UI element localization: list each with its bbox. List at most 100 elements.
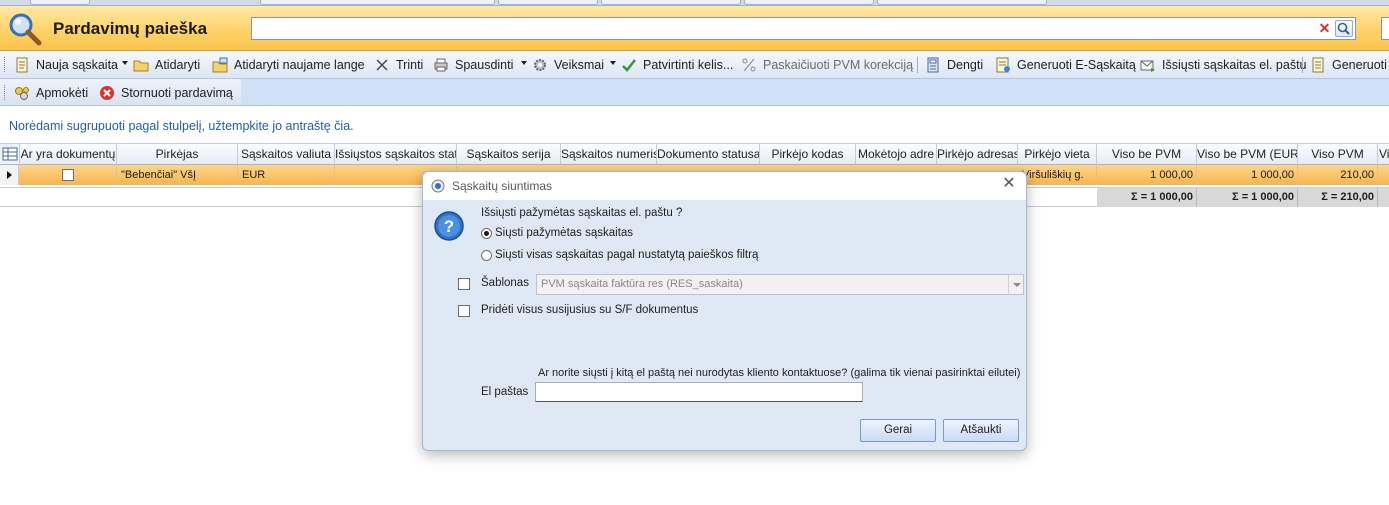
- print-label: Spausdinti: [455, 58, 514, 72]
- has-docs-cell[interactable]: [20, 165, 117, 185]
- pay-label: Apmokėti: [36, 86, 89, 100]
- clear-search-icon[interactable]: ✕: [1317, 21, 1332, 36]
- vat-correction-button[interactable]: Paskaičiuoti PVM korekciją: [741, 55, 913, 75]
- tab[interactable]: [744, 0, 874, 5]
- search-icon: [1337, 22, 1350, 35]
- reverse-sale-label: Stornuoti pardavimą: [121, 86, 233, 100]
- search-input[interactable]: ✕: [251, 17, 1356, 40]
- page-title: Pardavimų paieška: [53, 19, 208, 38]
- cancel-button[interactable]: Atšaukti: [943, 419, 1019, 442]
- column-header-total-ex-vat-eur[interactable]: Viso be PVM (EUR): [1197, 143, 1298, 165]
- other-email-question: Ar norite siųsti į kitą el paštą nei nur…: [538, 367, 1021, 379]
- ok-button[interactable]: Gerai: [860, 419, 936, 442]
- template-select[interactable]: PVM sąskaita faktūra res (RES_saskaita): [536, 274, 1024, 295]
- has-docs-checkbox[interactable]: [62, 169, 74, 182]
- toolbar2-empty-area: [241, 79, 1389, 105]
- column-header-payer-address[interactable]: Mokėtojo adre: [856, 143, 937, 165]
- percent-icon: [742, 58, 756, 72]
- calculator-icon: [927, 57, 939, 73]
- tab[interactable]: [877, 0, 1047, 5]
- toolbar-separator: [917, 57, 918, 73]
- open-label: Atidaryti: [155, 58, 201, 72]
- actions-label: Veiksmai: [554, 58, 605, 72]
- attach-related-checkbox[interactable]: [458, 305, 470, 317]
- column-header-buyer-place[interactable]: Pirkėjo vieta: [1018, 143, 1097, 165]
- cover-label: Dengti: [947, 58, 984, 72]
- secondary-search-input[interactable]: [1381, 17, 1389, 40]
- send-invoices-dialog: Sąskaitų siuntimas ✕ ? Išsiųsti pažymėta…: [422, 171, 1027, 451]
- template-label: Šablonas: [481, 277, 529, 289]
- generate-button[interactable]: Generuoti: [1310, 55, 1387, 75]
- actions-dropdown-icon[interactable]: [610, 61, 616, 65]
- template-select-value: PVM sąskaita faktūra res (RES_saskaita): [541, 278, 743, 290]
- toolbar-grip[interactable]: [4, 85, 7, 100]
- chevron-down-icon[interactable]: [1008, 275, 1023, 294]
- title-bar: Pardavimų paieška ✕: [0, 6, 1389, 51]
- generate-icon: [1312, 57, 1324, 73]
- truncated-sum: [1378, 188, 1389, 207]
- vat-correction-label: Paskaičiuoti PVM korekciją: [763, 58, 914, 72]
- cover-button[interactable]: Dengti: [925, 55, 983, 75]
- tab[interactable]: [260, 0, 495, 5]
- column-header-number[interactable]: Sąskaitos numeris: [561, 143, 657, 165]
- column-header-total-vat[interactable]: Viso PVM: [1298, 143, 1378, 165]
- column-header-buyer[interactable]: Pirkėjas: [117, 143, 238, 165]
- new-document-icon: [16, 57, 28, 73]
- printer-icon: [434, 58, 448, 72]
- tab[interactable]: [498, 0, 598, 5]
- generate-e-invoice-button[interactable]: Generuoti E-Sąskaitą: [995, 55, 1136, 75]
- total-vat-cell[interactable]: 210,00: [1298, 165, 1378, 185]
- close-icon[interactable]: ✕: [1000, 175, 1018, 193]
- total-ex-vat-sum: Σ = 1 000,00: [1097, 188, 1197, 207]
- confirm-several-button[interactable]: Patvirtinti kelis...: [621, 55, 733, 75]
- column-header-has-docs[interactable]: Ar yra dokumentų: [20, 143, 117, 165]
- reverse-sale-button[interactable]: Stornuoti pardavimą: [99, 83, 233, 103]
- template-checkbox[interactable]: [458, 278, 470, 290]
- dialog-title-bar[interactable]: Sąskaitų siuntimas ✕: [423, 172, 1026, 200]
- column-chooser-button[interactable]: [0, 143, 20, 165]
- total-ex-vat-eur-cell[interactable]: 1 000,00: [1197, 165, 1298, 185]
- send-invoices-email-button[interactable]: Išsiųsti sąskaitas el. paštu: [1140, 55, 1307, 75]
- delete-label: Trinti: [396, 58, 424, 72]
- open-new-window-icon: [212, 57, 228, 73]
- send-selected-label[interactable]: Siųsti pažymėtas sąskaitas: [495, 227, 633, 239]
- column-header-sent-status[interactable]: Išsiųstos sąskaitos stat: [335, 143, 457, 165]
- column-header-doc-status[interactable]: Dokumento statusa: [657, 143, 760, 165]
- tab[interactable]: [601, 0, 741, 5]
- open-new-window-button[interactable]: Atidaryti naujame lange: [212, 55, 365, 75]
- total-ex-vat-cell[interactable]: 1 000,00: [1097, 165, 1197, 185]
- search-button[interactable]: [1335, 20, 1353, 37]
- pay-button[interactable]: Apmokėti: [14, 83, 88, 103]
- main-toolbar: Nauja sąskaita Atidaryti Atidaryti nauja…: [0, 51, 1389, 79]
- magnifier-icon: [9, 13, 42, 46]
- print-button[interactable]: Spausdinti: [433, 55, 513, 75]
- column-header-currency[interactable]: Sąskaitos valiuta: [238, 143, 335, 165]
- tab[interactable]: [30, 0, 90, 5]
- column-header-series[interactable]: Sąskaitos serija: [457, 143, 561, 165]
- column-header-total-ex-vat[interactable]: Viso be PVM: [1097, 143, 1197, 165]
- new-invoice-button[interactable]: Nauja sąskaita: [14, 55, 118, 75]
- confirm-several-label: Patvirtinti kelis...: [643, 58, 734, 72]
- buyer-place-cell[interactable]: Viršuliškių g.: [1018, 165, 1097, 185]
- buyer-cell[interactable]: "Bebenčiai" VšĮ: [117, 165, 238, 185]
- total-ex-vat-eur-sum: Σ = 1 000,00: [1197, 188, 1298, 207]
- currency-cell[interactable]: EUR: [238, 165, 335, 185]
- actions-button[interactable]: Veiksmai: [532, 55, 604, 75]
- send-filter-radio[interactable]: [481, 250, 492, 261]
- send-selected-radio[interactable]: [481, 228, 492, 239]
- print-dropdown-icon[interactable]: [521, 61, 527, 65]
- column-header-buyer-address[interactable]: Pirkėjo adresas: [937, 143, 1018, 165]
- toolbar-grip[interactable]: [4, 57, 7, 72]
- generate-label: Generuoti: [1332, 58, 1387, 72]
- generate-e-invoice-label: Generuoti E-Sąskaitą: [1017, 58, 1136, 72]
- delete-button[interactable]: Trinti: [374, 55, 423, 75]
- send-filter-label[interactable]: Siųsti visas sąskaitas pagal nustatytą p…: [495, 249, 758, 261]
- payment-icon: [15, 87, 29, 100]
- column-header-buyer-code[interactable]: Pirkėjo kodas: [760, 143, 856, 165]
- row-indicator[interactable]: [0, 165, 19, 185]
- new-invoice-dropdown-icon[interactable]: [122, 61, 128, 65]
- group-by-hint[interactable]: Norėdami sugrupuoti pagal stulpelį, užte…: [9, 119, 354, 133]
- open-button[interactable]: Atidaryti: [133, 55, 200, 75]
- column-header-truncated[interactable]: Vi: [1378, 143, 1389, 165]
- email-field[interactable]: [535, 382, 863, 402]
